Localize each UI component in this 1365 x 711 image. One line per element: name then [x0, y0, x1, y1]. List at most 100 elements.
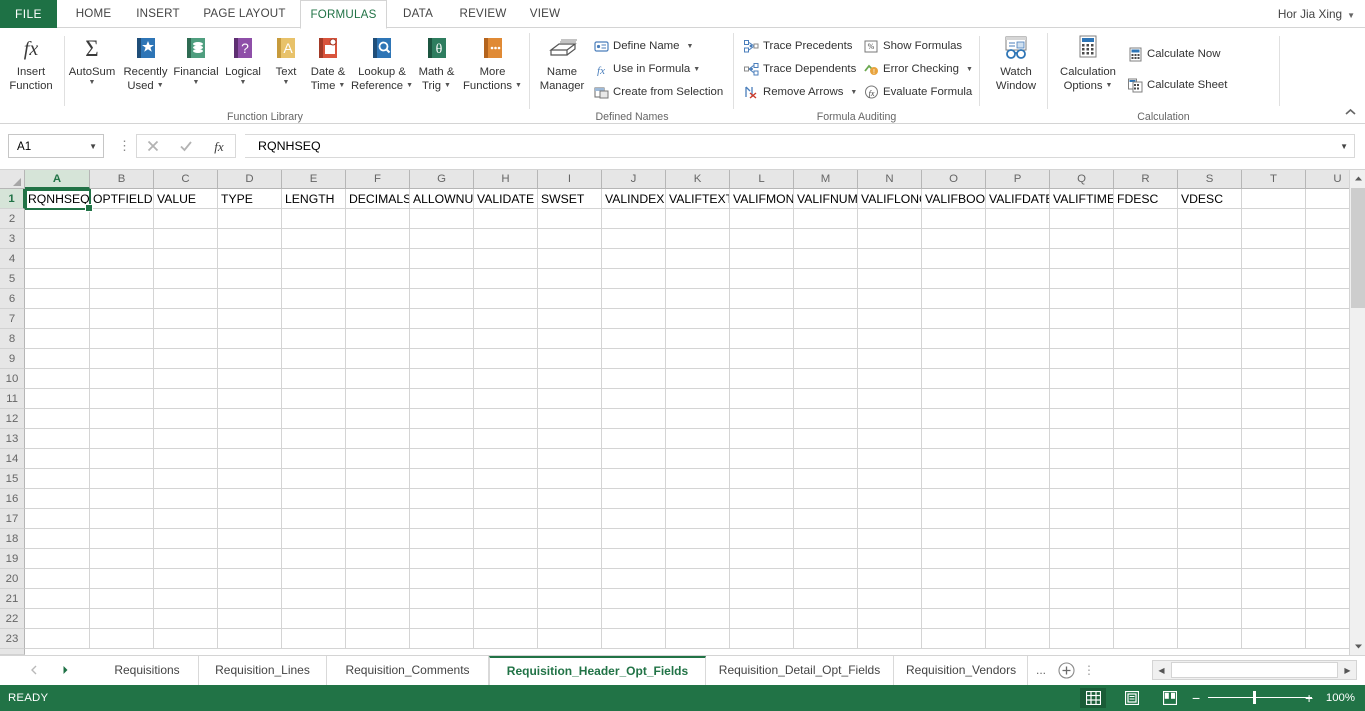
cell-C22[interactable]: [154, 609, 218, 629]
cell-E7[interactable]: [282, 309, 346, 329]
cell-M19[interactable]: [794, 549, 858, 569]
cell-P20[interactable]: [986, 569, 1050, 589]
cell-F22[interactable]: [346, 609, 410, 629]
cell-M2[interactable]: [794, 209, 858, 229]
sheet-tab-requisition_comments[interactable]: Requisition_Comments: [327, 656, 489, 685]
cell-D5[interactable]: [218, 269, 282, 289]
cell-K23[interactable]: [666, 629, 730, 649]
row-header-18[interactable]: 18: [0, 529, 25, 549]
row-header-11[interactable]: 11: [0, 389, 25, 409]
cell-F17[interactable]: [346, 509, 410, 529]
cell-I7[interactable]: [538, 309, 602, 329]
cell-Q15[interactable]: [1050, 469, 1114, 489]
cell-P23[interactable]: [986, 629, 1050, 649]
cell-D11[interactable]: [218, 389, 282, 409]
cell-K5[interactable]: [666, 269, 730, 289]
cell-B8[interactable]: [90, 329, 154, 349]
cell-L10[interactable]: [730, 369, 794, 389]
chevron-down-icon[interactable]: ▼: [843, 89, 857, 96]
define-name-button[interactable]: Define Name ▼: [592, 35, 693, 57]
tab-home[interactable]: HOME: [65, 0, 122, 28]
row-header-7[interactable]: 7: [0, 309, 25, 329]
cell-M6[interactable]: [794, 289, 858, 309]
cell-L6[interactable]: [730, 289, 794, 309]
cell-N15[interactable]: [858, 469, 922, 489]
chevron-down-icon[interactable]: ▼: [193, 79, 200, 87]
cell-S8[interactable]: [1178, 329, 1242, 349]
cell-R7[interactable]: [1114, 309, 1178, 329]
cell-E19[interactable]: [282, 549, 346, 569]
cell-Q1[interactable]: VALIFTIME: [1050, 189, 1114, 209]
horizontal-scrollbar[interactable]: ◀ ▶: [1152, 660, 1357, 680]
cell-H2[interactable]: [474, 209, 538, 229]
cell-J9[interactable]: [602, 349, 666, 369]
cell-F7[interactable]: [346, 309, 410, 329]
cell-S22[interactable]: [1178, 609, 1242, 629]
column-header-B[interactable]: B: [90, 170, 154, 189]
spreadsheet-grid[interactable]: A B C D E F G H I J K L M N O P Q R S T U 1 RQNHSEQ OPTFIELD VAL…: [0, 170, 1365, 655]
scroll-up-icon[interactable]: [1350, 170, 1365, 187]
cell-L13[interactable]: [730, 429, 794, 449]
cell-M22[interactable]: [794, 609, 858, 629]
cell-G18[interactable]: [410, 529, 474, 549]
cell-L12[interactable]: [730, 409, 794, 429]
cell-A6[interactable]: [25, 289, 90, 309]
cell-B22[interactable]: [90, 609, 154, 629]
cell-G14[interactable]: [410, 449, 474, 469]
cell-O6[interactable]: [922, 289, 986, 309]
cell-K6[interactable]: [666, 289, 730, 309]
cell-J15[interactable]: [602, 469, 666, 489]
cell-N17[interactable]: [858, 509, 922, 529]
cell-D16[interactable]: [218, 489, 282, 509]
cell-L17[interactable]: [730, 509, 794, 529]
cell-C1[interactable]: VALUE: [154, 189, 218, 209]
cell-R2[interactable]: [1114, 209, 1178, 229]
text-button[interactable]: A Text ▼: [266, 31, 306, 107]
cell-E17[interactable]: [282, 509, 346, 529]
row-header-3[interactable]: 3: [0, 229, 25, 249]
cell-A23[interactable]: [25, 629, 90, 649]
cell-T8[interactable]: [1242, 329, 1306, 349]
cell-R9[interactable]: [1114, 349, 1178, 369]
cell-K22[interactable]: [666, 609, 730, 629]
cell-N21[interactable]: [858, 589, 922, 609]
cell-R22[interactable]: [1114, 609, 1178, 629]
cell-I23[interactable]: [538, 629, 602, 649]
cell-H23[interactable]: [474, 629, 538, 649]
formula-bar-dots[interactable]: ⋮: [118, 138, 131, 154]
cell-E14[interactable]: [282, 449, 346, 469]
cell-D12[interactable]: [218, 409, 282, 429]
cell-J14[interactable]: [602, 449, 666, 469]
cell-A16[interactable]: [25, 489, 90, 509]
cell-O11[interactable]: [922, 389, 986, 409]
tab-review[interactable]: REVIEW: [449, 0, 517, 28]
cell-E16[interactable]: [282, 489, 346, 509]
cell-N1[interactable]: VALIFLONG: [858, 189, 922, 209]
cell-G16[interactable]: [410, 489, 474, 509]
cell-N3[interactable]: [858, 229, 922, 249]
row-header-12[interactable]: 12: [0, 409, 25, 429]
cell-G9[interactable]: [410, 349, 474, 369]
cell-D20[interactable]: [218, 569, 282, 589]
cell-M15[interactable]: [794, 469, 858, 489]
cell-Q12[interactable]: [1050, 409, 1114, 429]
cell-F9[interactable]: [346, 349, 410, 369]
cell-A5[interactable]: [25, 269, 90, 289]
cell-P4[interactable]: [986, 249, 1050, 269]
nav-prev-icon[interactable]: [18, 665, 49, 677]
cell-B19[interactable]: [90, 549, 154, 569]
cell-I20[interactable]: [538, 569, 602, 589]
cell-C18[interactable]: [154, 529, 218, 549]
cell-H22[interactable]: [474, 609, 538, 629]
cell-R11[interactable]: [1114, 389, 1178, 409]
cell-L5[interactable]: [730, 269, 794, 289]
cell-O22[interactable]: [922, 609, 986, 629]
cell-N2[interactable]: [858, 209, 922, 229]
cell-S6[interactable]: [1178, 289, 1242, 309]
cell-Q23[interactable]: [1050, 629, 1114, 649]
cell-K18[interactable]: [666, 529, 730, 549]
row-header-1[interactable]: 1: [0, 189, 25, 209]
evaluate-formula-button[interactable]: fx Evaluate Formula: [862, 81, 972, 103]
chevron-down-icon[interactable]: ▼: [240, 79, 247, 87]
cell-T7[interactable]: [1242, 309, 1306, 329]
